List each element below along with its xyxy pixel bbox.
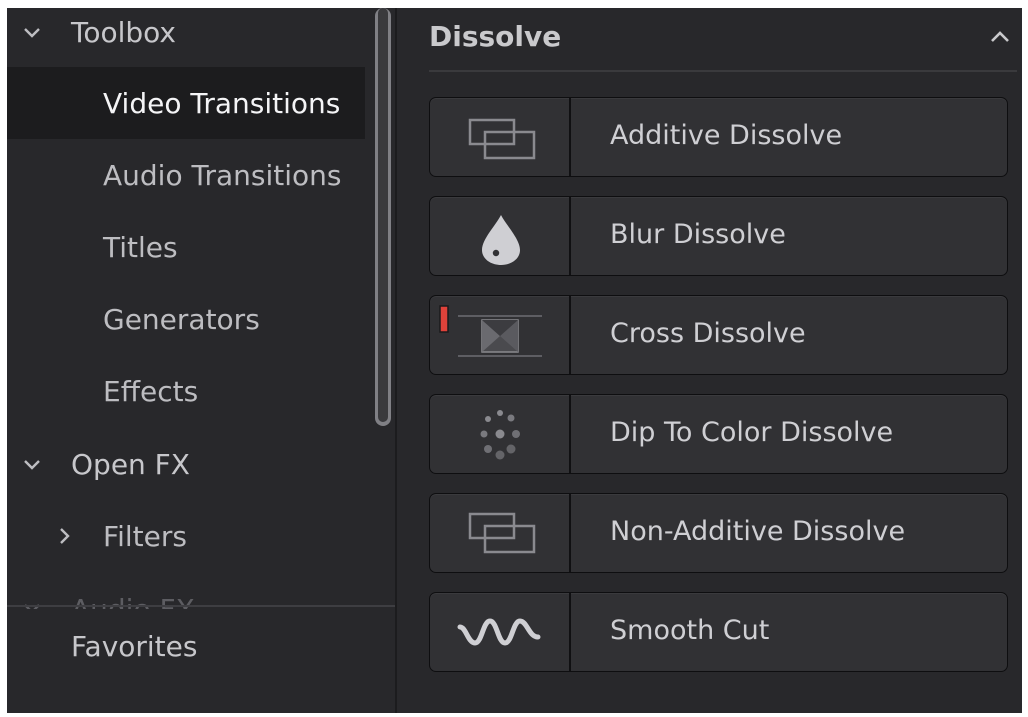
- title-rule: [429, 70, 1017, 72]
- effects-library-sidebar: Toolbox Video Transitions Audio Transiti…: [7, 8, 395, 713]
- favorites-section[interactable]: Favorites: [71, 630, 197, 663]
- transition-label: Additive Dissolve: [610, 120, 843, 151]
- transition-thumbnail: [430, 395, 571, 473]
- sidebar-item-label: Generators: [103, 302, 260, 336]
- frame-left: [0, 0, 7, 717]
- sidebar-item-titles[interactable]: Titles: [7, 211, 365, 283]
- transition-thumbnail: [430, 197, 571, 275]
- transition-thumbnail: [430, 296, 571, 374]
- sidebar-item-audio-transitions[interactable]: Audio Transitions: [7, 139, 365, 211]
- frame-bottom: [0, 713, 1028, 717]
- transition-thumbnail: [430, 98, 571, 176]
- transition-item-blur-dissolve[interactable]: Blur Dissolve: [429, 196, 1008, 276]
- chevron-down-icon: [21, 21, 43, 43]
- chevron-up-icon[interactable]: [987, 24, 1013, 50]
- sidebar-item-label: Open FX: [71, 447, 190, 481]
- transition-label: Blur Dissolve: [610, 219, 786, 250]
- frame-top: [0, 0, 1028, 8]
- sidebar-item-effects[interactable]: Effects: [7, 355, 365, 427]
- transition-item-smooth-cut[interactable]: Smooth Cut: [429, 592, 1008, 672]
- wave-icon: [457, 618, 541, 646]
- sidebar-item-filters[interactable]: Filters: [7, 500, 365, 572]
- transition-thumbnail: [430, 494, 571, 572]
- overlap-rects-icon: [468, 512, 536, 554]
- chevron-right-icon: [53, 525, 75, 547]
- transition-item-additive-dissolve[interactable]: Additive Dissolve: [429, 97, 1008, 177]
- sidebar-item-label: Titles: [103, 230, 178, 264]
- transition-label: Smooth Cut: [610, 615, 770, 646]
- sidebar-item-label: Toolbox: [71, 15, 176, 49]
- chevron-down-icon: [21, 453, 43, 475]
- sidebar-item-label: Audio Transitions: [103, 158, 342, 192]
- sidebar-item-label: Filters: [103, 519, 187, 553]
- chevron-down-icon: [21, 597, 43, 609]
- sidebar-item-generators[interactable]: Generators: [7, 283, 365, 355]
- scrollbar-track-inner: [378, 8, 388, 422]
- drop-icon: [482, 215, 520, 265]
- frame-right: [1022, 0, 1028, 717]
- sidebar-item-label: Video Transitions: [103, 86, 341, 120]
- transition-item-cross-dissolve[interactable]: Cross Dissolve: [429, 295, 1008, 375]
- transition-thumbnail: [430, 593, 571, 671]
- sidebar-item-open-fx[interactable]: Open FX: [7, 428, 365, 500]
- sidebar-scrollbar[interactable]: [375, 8, 391, 428]
- overlap-rects-icon: [468, 118, 536, 160]
- sidebar-item-toolbox[interactable]: Toolbox: [7, 8, 365, 68]
- sidebar-item-video-transitions[interactable]: Video Transitions: [7, 67, 365, 139]
- transition-label: Non-Additive Dissolve: [610, 516, 906, 547]
- panel-title: Dissolve: [429, 20, 562, 53]
- transition-label: Dip To Color Dissolve: [610, 417, 894, 448]
- transition-label: Cross Dissolve: [610, 318, 806, 349]
- transition-item-dip-to-color-dissolve[interactable]: Dip To Color Dissolve: [429, 394, 1008, 474]
- cross-dissolve-icon: [439, 305, 542, 357]
- transition-item-non-additive-dissolve[interactable]: Non-Additive Dissolve: [429, 493, 1008, 573]
- sidebar-separator: [7, 605, 395, 607]
- dots-ring-icon: [480, 410, 520, 460]
- sidebar-item-label: Effects: [103, 374, 199, 408]
- dissolve-panel: Dissolve Additive Dissolve Blur Dissolve: [397, 8, 1022, 713]
